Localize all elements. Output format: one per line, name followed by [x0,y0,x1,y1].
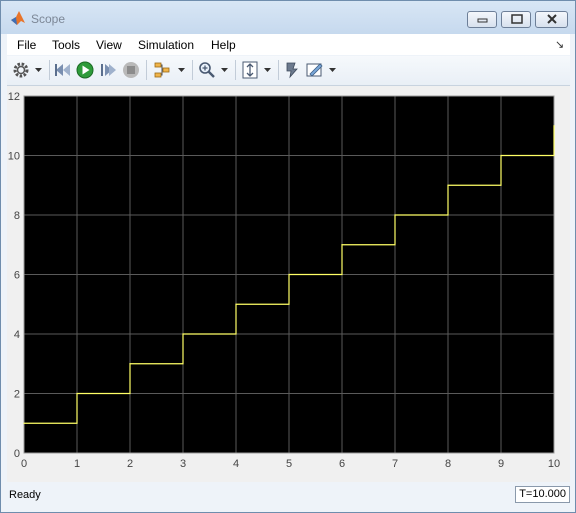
scope-axes[interactable]: 0 1 2 3 4 5 6 7 8 9 10024681012 [7,86,570,482]
minimize-icon [477,18,488,23]
maximize-icon [511,14,523,24]
highlight-icon[interactable] [283,61,301,79]
data-point [76,392,78,395]
toolbar-divider [146,60,147,80]
toolbar-divider [192,60,193,80]
step-forward-icon[interactable] [99,61,117,79]
close-icon [547,14,557,24]
data-point [235,303,237,305]
dock-arrow-icon[interactable]: ↘ [555,38,564,51]
zoom-icon[interactable] [198,61,216,79]
status-text: Ready [9,489,41,501]
menu-bar: File Tools View Simulation Help ↘ [7,34,570,55]
menu-help[interactable]: Help [211,38,236,52]
stop-icon[interactable] [122,61,140,79]
close-button[interactable] [535,11,568,28]
x-tick-label: 3 [180,458,186,470]
window-title: Scope [31,12,66,26]
toolbar [7,56,570,86]
scope-window: Scope File Tools View Simulation Help ↘ [0,0,576,513]
data-point [341,244,343,246]
scale-axes-icon[interactable] [241,61,259,79]
data-point [553,125,555,127]
y-tick-label: 2 [14,389,20,401]
maximize-button[interactable] [501,11,531,28]
x-tick-label: 2 [127,458,133,470]
signal-selector-icon[interactable] [153,61,171,79]
data-point [394,214,396,216]
data-point [288,273,290,276]
x-tick-label: 8 [445,458,451,470]
y-tick-label: 12 [8,91,20,103]
toolbar-divider [49,60,50,80]
chevron-down-icon[interactable] [329,68,336,73]
x-tick-label: 0 [21,458,27,470]
data-point [447,184,449,186]
menu-tools[interactable]: Tools [52,38,80,52]
gear-icon[interactable] [12,61,30,79]
chevron-down-icon[interactable] [35,68,42,73]
run-icon[interactable] [76,61,94,79]
toolbar-divider [235,60,236,80]
menu-simulation[interactable]: Simulation [138,38,194,52]
menu-file[interactable]: File [17,38,36,52]
y-tick-label: 0 [14,448,20,460]
chevron-down-icon[interactable] [178,68,185,73]
toolbar-divider [278,60,279,80]
chevron-down-icon[interactable] [221,68,228,73]
step-back-icon[interactable] [54,61,72,79]
chevron-down-icon[interactable] [264,68,271,73]
y-tick-label: 10 [8,151,20,163]
x-tick-label: 5 [286,458,292,470]
style-icon[interactable] [306,61,324,79]
x-tick-label: 9 [498,458,504,470]
y-tick-label: 6 [14,270,20,282]
data-point [500,154,502,157]
data-point [182,333,184,335]
x-tick-label: 4 [233,458,239,470]
matlab-logo-icon [11,11,25,25]
status-bar: Ready T=10.000 [7,484,570,506]
x-tick-label: 1 [74,458,80,470]
simulation-time: T=10.000 [515,486,570,503]
data-point [129,363,131,365]
x-tick-label: 10 [548,458,560,470]
y-tick-label: 4 [14,329,20,341]
menu-view[interactable]: View [96,38,122,52]
x-tick-label: 7 [392,458,398,470]
title-bar[interactable]: Scope [1,1,575,34]
minimize-button[interactable] [467,11,497,28]
y-tick-label: 8 [14,210,20,222]
data-point [23,422,25,424]
scope-plot-area: 0 1 2 3 4 5 6 7 8 9 10 0 2 4 6 8 10 12 [7,86,570,482]
x-tick-label: 6 [339,458,345,470]
